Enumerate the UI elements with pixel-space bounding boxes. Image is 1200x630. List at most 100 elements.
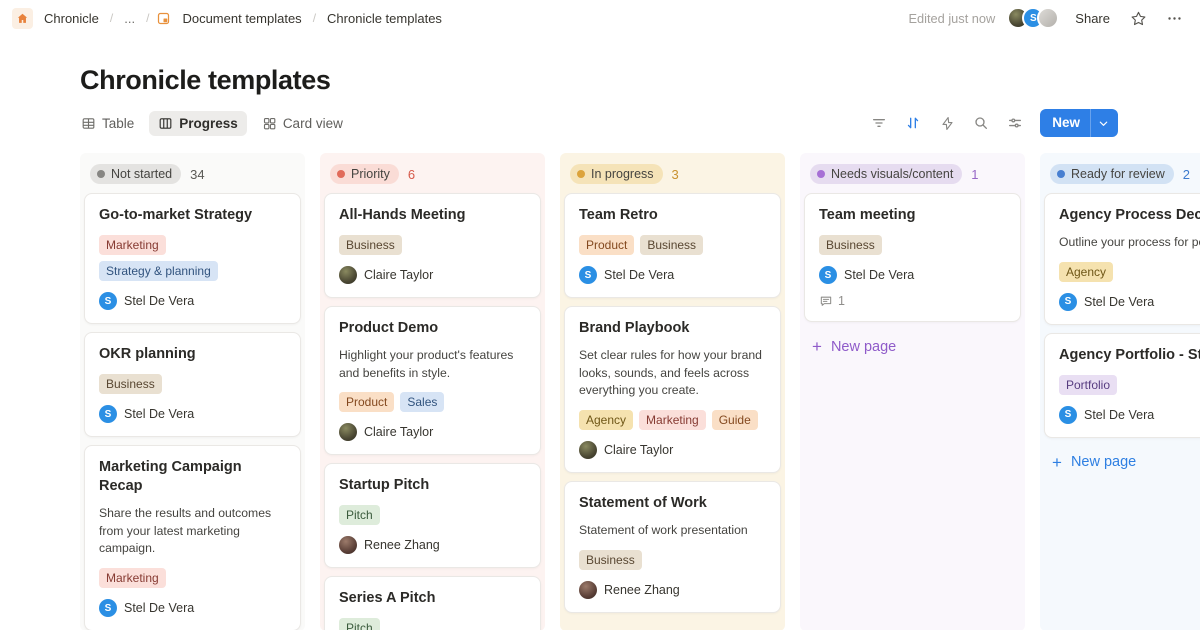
avatar: S	[99, 292, 117, 310]
tag[interactable]: Pitch	[339, 618, 380, 630]
star-icon[interactable]	[1126, 6, 1150, 30]
card[interactable]: Product DemoHighlight your product's fea…	[324, 306, 541, 455]
card-title: Statement of Work	[579, 494, 766, 513]
breadcrumb-current[interactable]: Chronicle templates	[323, 9, 446, 28]
new-button[interactable]: New	[1040, 109, 1118, 137]
tag[interactable]: Strategy & planning	[99, 261, 218, 281]
avatar[interactable]	[1037, 7, 1059, 29]
search-icon[interactable]	[968, 110, 994, 136]
card-tags: Portfolio	[1059, 375, 1200, 395]
view-tabs: Table Progress Card view	[72, 111, 352, 136]
avatar: S	[819, 266, 837, 284]
card-tags: Product Sales	[339, 392, 526, 412]
card[interactable]: Agency Portfolio - Studio Portfolio SStel …	[1044, 333, 1200, 438]
card[interactable]: Marketing Campaign RecapShare the result…	[84, 445, 301, 630]
column-header: Priority6	[324, 157, 541, 193]
card-title: Agency Portfolio - Studio	[1059, 346, 1200, 365]
card[interactable]: Agency Process DeckOutline your process …	[1044, 193, 1200, 325]
status-pill[interactable]: In progress	[570, 164, 663, 184]
card-title: Series A Pitch	[339, 589, 526, 608]
comment-icon	[819, 294, 833, 308]
avatar: S	[99, 599, 117, 617]
tag[interactable]: Agency	[1059, 262, 1113, 282]
tag[interactable]: Guide	[712, 410, 758, 430]
card-tags: Product Business	[579, 235, 766, 255]
table-icon	[81, 116, 96, 131]
tag[interactable]: Sales	[400, 392, 444, 412]
new-page-label: New page	[831, 339, 896, 355]
card-assignee: Claire Taylor	[339, 266, 526, 284]
card[interactable]: Team Retro Product Business SStel De Vera	[564, 193, 781, 298]
card[interactable]: All-Hands MeetingBusinessClaire Taylor	[324, 193, 541, 298]
breadcrumb-ellipsis[interactable]: ...	[120, 9, 139, 28]
card-assignee: SStel De Vera	[99, 405, 286, 423]
tab-table[interactable]: Table	[72, 111, 143, 136]
share-button[interactable]: Share	[1071, 8, 1114, 29]
status-pill[interactable]: Priority	[330, 164, 399, 184]
zap-icon[interactable]	[934, 110, 960, 136]
tag[interactable]: Business	[339, 235, 402, 255]
card-tags: Business	[579, 550, 766, 570]
card-assignee: SStel De Vera	[579, 266, 766, 284]
card-assignee: Renee Zhang	[339, 536, 526, 554]
tag[interactable]: Business	[640, 235, 703, 255]
card[interactable]: Go-to-market Strategy Marketing Strategy &…	[84, 193, 301, 324]
tag[interactable]: Marketing	[639, 410, 706, 430]
tab-card-view[interactable]: Card view	[253, 111, 352, 136]
assignee-name: Stel De Vera	[604, 268, 674, 282]
tag[interactable]: Pitch	[339, 505, 380, 525]
chevron-down-icon[interactable]	[1090, 109, 1118, 137]
breadcrumb-separator: /	[313, 11, 316, 25]
tab-progress[interactable]: Progress	[149, 111, 247, 136]
tag[interactable]: Marketing	[99, 568, 166, 588]
card-assignee: Claire Taylor	[339, 423, 526, 441]
column-count: 2	[1183, 167, 1190, 182]
column-count: 34	[190, 167, 204, 182]
card[interactable]: OKR planningBusinessSStel De Vera	[84, 332, 301, 437]
home-icon[interactable]	[12, 8, 33, 29]
assignee-name: Stel De Vera	[124, 601, 194, 615]
status-pill[interactable]: Ready for review	[1050, 164, 1174, 184]
tag[interactable]: Agency	[579, 410, 633, 430]
new-page-button[interactable]: +New page	[564, 621, 781, 630]
status-dot-icon	[817, 170, 825, 178]
tag[interactable]: Portfolio	[1059, 375, 1117, 395]
sort-icon[interactable]	[900, 110, 926, 136]
tab-label: Card view	[283, 116, 343, 131]
card[interactable]: Brand PlaybookSet clear rules for how yo…	[564, 306, 781, 473]
assignee-name: Stel De Vera	[1084, 408, 1154, 422]
new-button-label[interactable]: New	[1040, 109, 1090, 137]
status-dot-icon	[337, 170, 345, 178]
settings-icon[interactable]	[1002, 110, 1028, 136]
card[interactable]: Series A PitchPitchRenee Zhang	[324, 576, 541, 630]
card-title: Go-to-market Strategy	[99, 206, 286, 225]
card[interactable]: Team meetingBusinessSStel De Vera1	[804, 193, 1021, 322]
more-icon[interactable]	[1162, 6, 1186, 30]
breadcrumb-parent[interactable]: Document templates	[178, 9, 305, 28]
new-page-button[interactable]: +New page	[1044, 446, 1200, 477]
tag[interactable]: Marketing	[99, 235, 166, 255]
card-description: Outline your process for potenti	[1059, 234, 1200, 252]
card-title: Team Retro	[579, 206, 766, 225]
column-header: Not started 34	[84, 157, 301, 193]
status-pill[interactable]: Needs visuals/content	[810, 164, 962, 184]
views-row: Table Progress Card view	[72, 109, 1118, 137]
column-count: 1	[971, 167, 978, 182]
tag[interactable]: Product	[579, 235, 634, 255]
comment-count: 1	[838, 294, 845, 308]
tag[interactable]: Business	[579, 550, 642, 570]
tag[interactable]: Business	[819, 235, 882, 255]
card-description: Statement of work presentation	[579, 522, 766, 540]
status-pill[interactable]: Not started	[90, 164, 181, 184]
card-tags: Business	[819, 235, 1006, 255]
card[interactable]: Startup PitchPitchRenee Zhang	[324, 463, 541, 568]
new-page-button[interactable]: +New page	[804, 330, 1021, 361]
card[interactable]: Statement of Work Statement of work prese…	[564, 481, 781, 613]
tag[interactable]: Product	[339, 392, 394, 412]
tag[interactable]: Business	[99, 374, 162, 394]
breadcrumb-app[interactable]: Chronicle	[40, 9, 103, 28]
avatar: S	[99, 405, 117, 423]
card-assignee: SStel De Vera	[1059, 406, 1200, 424]
filter-icon[interactable]	[866, 110, 892, 136]
status-label: In progress	[591, 167, 654, 181]
